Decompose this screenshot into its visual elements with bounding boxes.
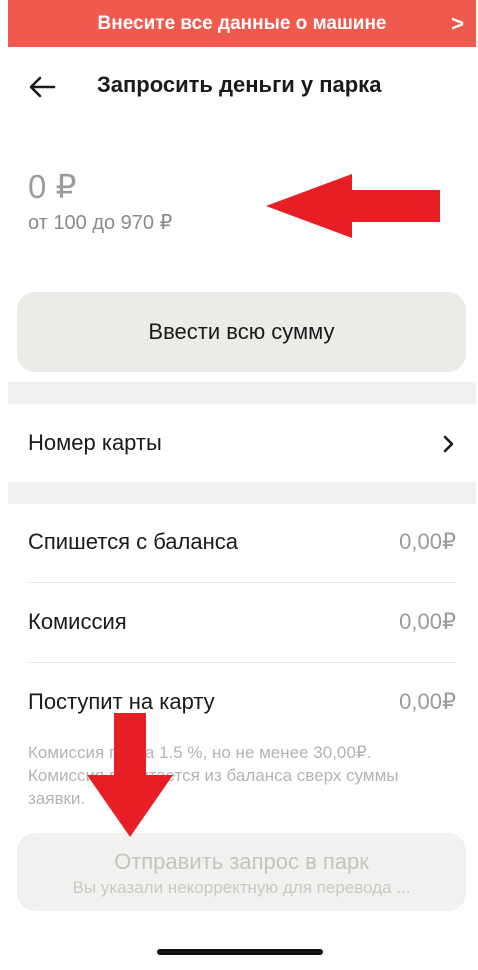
debit-balance-row: Спишется с баланса 0,00₽ <box>0 503 478 583</box>
commission-label: Комиссия <box>28 609 127 634</box>
arrow-left-icon[interactable] <box>28 74 56 100</box>
chevron-right-icon <box>443 435 454 453</box>
enter-full-amount-label: Ввести всю сумму <box>148 319 335 344</box>
send-request-label: Отправить запрос в парк <box>114 849 369 874</box>
page-title: Запросить деньги у парка <box>97 72 382 97</box>
home-indicator <box>157 949 323 955</box>
section-separator <box>8 382 476 404</box>
annotation-arrow-down-icon <box>87 713 173 837</box>
section-separator <box>8 482 476 504</box>
send-request-button[interactable]: Отправить запрос в парк Вы указали некор… <box>17 833 466 911</box>
card-number-row[interactable]: Номер карты <box>0 404 478 482</box>
card-receive-row: Поступит на карту 0,00₽ <box>0 663 478 743</box>
chevron-right-icon: > <box>451 11 464 36</box>
page-header: Запросить деньги у парка <box>0 64 478 110</box>
card-receive-value: 0,00₽ <box>399 689 456 714</box>
amount-range-hint: от 100 до 970 ₽ <box>28 212 173 234</box>
card-number-label: Номер карты <box>28 430 162 455</box>
commission-value: 0,00₽ <box>399 609 456 634</box>
debit-balance-label: Спишется с баланса <box>28 529 238 554</box>
enter-full-amount-button[interactable]: Ввести всю сумму <box>17 292 466 372</box>
card-receive-label: Поступит на карту <box>28 689 215 714</box>
annotation-arrow-left-icon <box>266 174 440 238</box>
debit-balance-value: 0,00₽ <box>399 529 456 554</box>
complete-car-data-banner[interactable]: Внесите все данные о машине > <box>8 0 476 47</box>
commission-row: Комиссия 0,00₽ <box>0 583 478 663</box>
amount-input[interactable]: 0 ₽ <box>28 167 77 206</box>
banner-text: Внесите все данные о машине <box>97 12 387 34</box>
send-request-error: Вы указали некорректную для перевода ... <box>72 878 411 897</box>
